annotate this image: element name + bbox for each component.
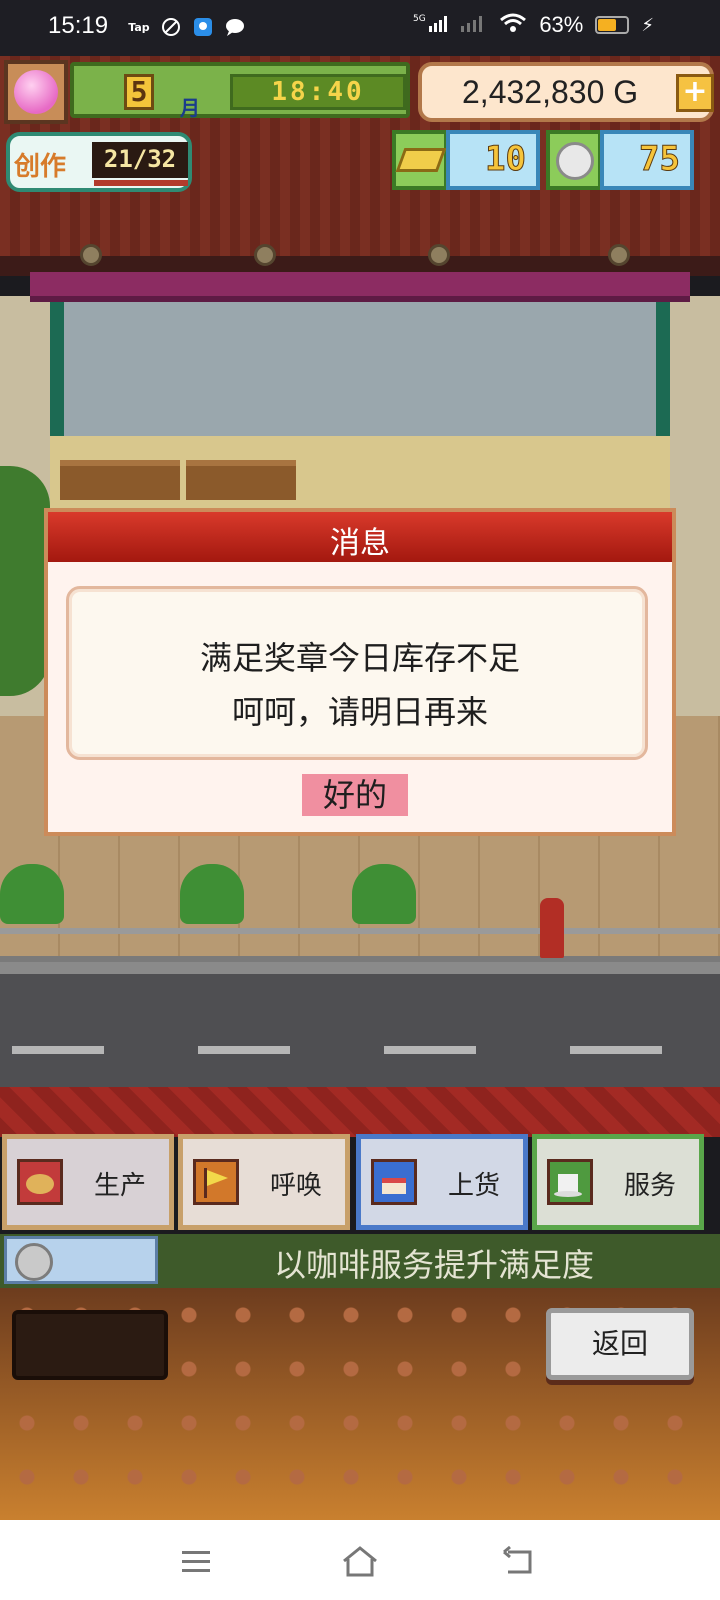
battery-icon (595, 16, 630, 34)
back-nav-icon[interactable] (498, 1544, 542, 1580)
status-bar: 15:19 Tap 5G 63% ⚡ (0, 0, 720, 56)
service-button[interactable]: 服务 (532, 1134, 704, 1230)
bottom-panel: 返回 (0, 1288, 720, 1520)
dialog-header: 消息 (48, 512, 672, 562)
roof-lamp (80, 244, 102, 266)
month-number: 5 (124, 74, 154, 110)
empty-slot (12, 1310, 168, 1380)
message-dialog: 消息 满足奖章今日库存不足 呵呵，请明日再来 好的 (44, 508, 676, 836)
charging-icon: ⚡ (641, 14, 654, 36)
road-dash (384, 1046, 476, 1054)
hint-bar: 以咖啡服务提升满足度 (0, 1234, 720, 1288)
month-label: 月 (180, 96, 200, 120)
dialog-message-line: 呵呵，请明日再来 (231, 693, 488, 731)
cotton-candy-icon (14, 70, 58, 114)
add-money-button[interactable]: + (676, 74, 714, 112)
game-clock: 18:40 (230, 74, 406, 110)
restock-label: 上货 (447, 1171, 500, 1201)
fence (0, 928, 720, 962)
flag-icon (193, 1159, 239, 1205)
money-value: 2,432,830 G (462, 74, 639, 110)
create-badge[interactable]: 创作 21/32 (6, 132, 192, 192)
date-time-bar: 5 月 18:40 (70, 62, 410, 120)
bush (352, 864, 416, 924)
medal-slot[interactable] (4, 1236, 158, 1284)
road-dash (12, 1046, 104, 1054)
menu-icon[interactable] (174, 1544, 218, 1580)
taptap-icon: Tap (128, 20, 150, 34)
system-nav-bar (0, 1520, 720, 1600)
produce-button[interactable]: 生产 (2, 1134, 174, 1230)
service-label: 服务 (623, 1171, 676, 1201)
dialog-message-line: 满足奖章今日库存不足 (199, 639, 520, 677)
app-icon (160, 16, 182, 38)
coin-icon (15, 1243, 53, 1281)
road (0, 962, 720, 1087)
medal-resource[interactable]: 75 (546, 130, 696, 190)
signal-icon (459, 12, 487, 38)
create-progress-bar (94, 180, 188, 186)
dialog-body: 满足奖章今日库存不足 呵呵，请明日再来 (66, 586, 648, 760)
home-icon[interactable] (338, 1544, 382, 1580)
produce-label: 生产 (93, 1171, 146, 1201)
roof-lamp (254, 244, 276, 266)
roof-lamp (608, 244, 630, 266)
hint-text: 以咖啡服务提升满足度 (273, 1246, 594, 1284)
bread-icon (17, 1159, 63, 1205)
bush (180, 864, 244, 924)
wifi-icon (499, 12, 527, 38)
coffee-cup-icon (547, 1159, 593, 1205)
medal-value: 75 (600, 130, 694, 190)
avatar[interactable] (4, 60, 68, 124)
money-display: 2,432,830 G + (418, 62, 714, 122)
notification-icons: Tap (128, 16, 246, 38)
tree (0, 466, 50, 696)
call-button[interactable]: 呼唤 (178, 1134, 350, 1230)
shop-awning (30, 272, 690, 302)
bread-shelf (60, 460, 180, 500)
cake-icon (371, 1159, 417, 1205)
fire-hydrant (540, 898, 564, 958)
message-icon (224, 16, 246, 38)
status-time: 15:19 (48, 12, 109, 39)
restock-button[interactable]: 上货 (356, 1134, 528, 1230)
battery-percent: 63% (539, 12, 584, 37)
road-dash (198, 1046, 290, 1054)
gold-value: 10 (446, 130, 540, 190)
signal-5g-icon: 5G (413, 12, 448, 38)
qq-icon (192, 16, 214, 38)
decor-strip (0, 1087, 720, 1137)
dialog-title: 消息 (330, 526, 390, 561)
svg-text:5G: 5G (413, 14, 426, 24)
roof-lamp (428, 244, 450, 266)
ok-button[interactable]: 好的 (302, 774, 408, 816)
game-scene[interactable]: 5 月 18:40 2,432,830 G + 创作 21/32 10 75 消… (0, 56, 720, 1520)
create-label: 创作 (14, 152, 67, 182)
bush (0, 864, 64, 924)
gold-bar-icon (392, 130, 448, 190)
road-dash (570, 1046, 662, 1054)
back-button[interactable]: 返回 (546, 1308, 694, 1380)
gold-resource[interactable]: 10 (392, 130, 542, 190)
medal-icon (546, 130, 602, 190)
bread-shelf (186, 460, 296, 500)
create-count: 21/32 (92, 142, 188, 178)
call-label: 呼唤 (269, 1171, 322, 1201)
